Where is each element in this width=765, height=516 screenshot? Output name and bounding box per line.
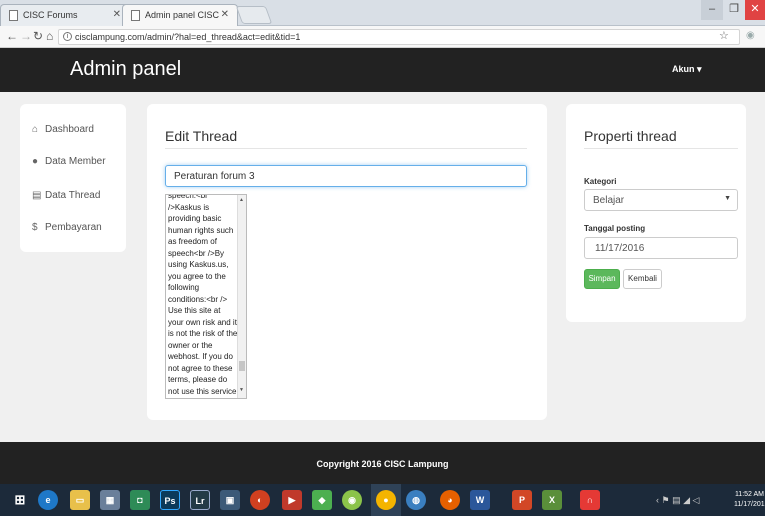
photoshop-icon[interactable]: Ps: [160, 490, 180, 510]
app-icon[interactable]: ◍: [406, 490, 426, 510]
windows-start-icon[interactable]: ⊞: [10, 490, 30, 510]
thread-title-input[interactable]: [165, 165, 527, 187]
post-date-value: 11/17/2016: [595, 243, 645, 254]
page-icon: [9, 10, 18, 21]
dollar-icon: $: [32, 222, 38, 233]
sidebar-item-data-thread[interactable]: ▤ Data Thread: [32, 190, 100, 201]
sidebar-item-label: Pembayaran: [45, 222, 102, 233]
clock-time: 11:52 AM: [734, 491, 764, 498]
admin-navbar: Admin panel Akun ▾: [0, 48, 765, 92]
caret-down-icon: ▼: [724, 195, 731, 202]
post-date-input[interactable]: 11/17/2016: [584, 237, 738, 259]
edit-thread-title: Edit Thread: [165, 128, 238, 144]
app-icon[interactable]: ◘: [130, 490, 150, 510]
reload-icon[interactable]: ↻: [33, 29, 43, 43]
category-select[interactable]: Belajar ▼: [584, 189, 738, 211]
brand-title[interactable]: Admin panel: [70, 58, 181, 81]
divider: [165, 148, 527, 149]
lightroom-icon[interactable]: Lr: [190, 490, 210, 510]
star-icon[interactable]: ☆: [719, 29, 729, 42]
user-icon: ●: [32, 156, 39, 167]
clock-date: 11/17/201: [734, 501, 765, 508]
category-label: Kategori: [584, 177, 617, 186]
browser-tab-forums[interactable]: CISC Forums ✕: [0, 4, 130, 26]
minimize-icon[interactable]: –: [701, 0, 723, 20]
sidebar-item-dashboard[interactable]: ⌂ Dashboard: [32, 124, 94, 135]
thread-properties-panel: Properti thread Kategori Belajar ▼ Tangg…: [566, 104, 746, 322]
sidebar-item-label: Dashboard: [45, 124, 94, 135]
browser-tab-bar: CISC Forums ✕ Admin panel CISC ✕ – ❐ ✕: [0, 0, 765, 26]
scroll-thumb[interactable]: [239, 361, 245, 371]
textarea-scrollbar[interactable]: ▲ ▼: [237, 195, 246, 398]
new-tab-button[interactable]: [235, 6, 273, 24]
powerpoint-icon[interactable]: P: [512, 490, 532, 510]
sidebar-item-label: Data Thread: [45, 190, 101, 201]
properties-title: Properti thread: [584, 128, 677, 144]
page-footer: Copyright 2016 CISC Lampung: [0, 442, 765, 484]
save-button[interactable]: Simpan: [584, 269, 620, 289]
scroll-down-icon[interactable]: ▼: [239, 387, 244, 393]
extension-icon[interactable]: ◉: [746, 30, 755, 41]
firefox-icon[interactable]: ◕: [440, 490, 460, 510]
account-dropdown[interactable]: Akun ▾: [672, 64, 702, 75]
word-icon[interactable]: W: [470, 490, 490, 510]
copyright-text: Copyright 2016 CISC Lampung: [316, 459, 449, 469]
system-tray[interactable]: ‹ ⚑ ▤ ◢ ◁: [656, 495, 699, 506]
back-arrow-icon[interactable]: ←: [6, 29, 18, 43]
thread-content-text: speech.<br />Kaskus is providing basic h…: [168, 194, 238, 396]
url-text: cisclampung.com/admin/?hal=ed_thread&act…: [75, 32, 301, 42]
thread-content-textarea[interactable]: speech.<br />Kaskus is providing basic h…: [165, 194, 247, 399]
file-explorer-icon[interactable]: ▭: [70, 490, 90, 510]
home-button-icon[interactable]: ⌂: [46, 29, 53, 43]
tab-label: Admin panel CISC: [145, 10, 220, 20]
url-input[interactable]: i cisclampung.com/admin/?hal=ed_thread&a…: [58, 29, 740, 45]
address-toolbar: ← → ↻ ⌂ i cisclampung.com/admin/?hal=ed_…: [0, 26, 765, 48]
post-date-label: Tanggal posting: [584, 224, 646, 233]
taskbar-clock[interactable]: 11:52 AM 11/17/201: [734, 490, 765, 510]
browser-tab-admin[interactable]: Admin panel CISC ✕: [122, 4, 238, 26]
tab-label: CISC Forums: [23, 10, 78, 20]
maximize-icon[interactable]: ❐: [723, 0, 745, 20]
divider: [584, 148, 738, 149]
app-icon[interactable]: ◉: [342, 490, 362, 510]
close-icon[interactable]: ✕: [113, 9, 121, 20]
sidebar-item-label: Data Member: [45, 156, 106, 167]
app-icon[interactable]: ◆: [312, 490, 332, 510]
media-player-icon[interactable]: ▶: [282, 490, 302, 510]
sidebar-item-pembayaran[interactable]: $ Pembayaran: [32, 222, 102, 233]
home-icon: ⌂: [32, 124, 39, 135]
window-close-icon[interactable]: ✕: [745, 0, 765, 20]
chrome-icon[interactable]: ●: [376, 490, 396, 510]
internet-explorer-icon[interactable]: e: [38, 490, 58, 510]
os-taskbar: ⊞ e ▭ ▦ ◘ Ps Lr ▣ ◐ ▶ ◆ ◉ ● ◍ ◕ W P X ∩ …: [0, 484, 765, 516]
sidebar-item-data-member[interactable]: ● Data Member: [32, 156, 106, 167]
page-icon: [131, 10, 140, 21]
back-button[interactable]: Kembali: [623, 269, 662, 289]
sidebar-menu: ⌂ Dashboard ● Data Member ▤ Data Thread $ Pe…: [20, 104, 126, 252]
forward-arrow-icon[interactable]: →: [20, 29, 32, 43]
edit-thread-panel: Edit Thread speech.<br />Kaskus is provi…: [147, 104, 547, 420]
info-icon[interactable]: i: [63, 32, 72, 41]
app-icon[interactable]: ▦: [100, 490, 120, 510]
category-value: Belajar: [593, 195, 625, 206]
app-icon[interactable]: X: [542, 490, 562, 510]
list-icon: ▤: [32, 190, 42, 201]
app-icon[interactable]: ∩: [580, 490, 600, 510]
app-icon[interactable]: ◐: [250, 490, 270, 510]
close-icon[interactable]: ✕: [221, 9, 229, 20]
app-icon[interactable]: ▣: [220, 490, 240, 510]
scroll-up-icon[interactable]: ▲: [239, 197, 244, 203]
